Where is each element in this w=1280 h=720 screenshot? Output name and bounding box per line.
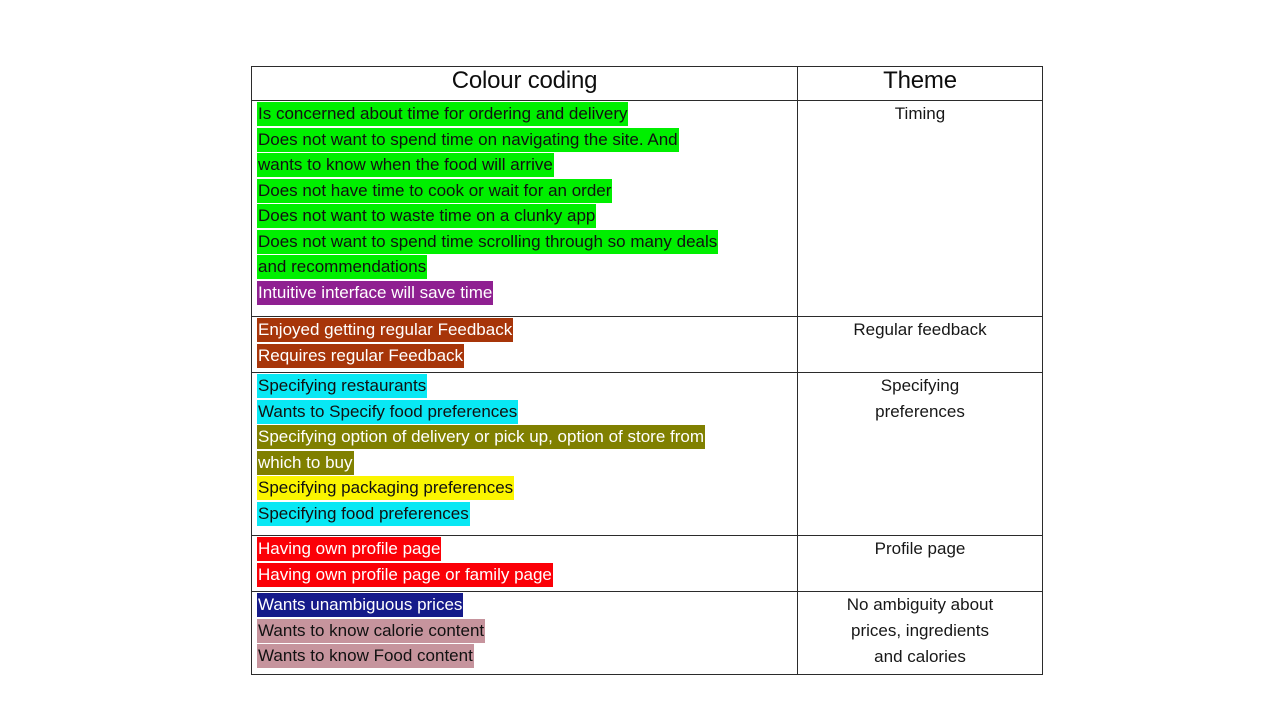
column-header-theme-label: Theme [883, 67, 957, 94]
coded-quote-line: Requires regular Feedback [252, 343, 797, 369]
table-row: Having own profile page Having own profil… [251, 535, 1043, 592]
coded-quote-line: Wants to know calorie content [252, 618, 797, 644]
theme-cell: Profile page [797, 535, 1043, 592]
theme-label-line: prices, ingredients [851, 621, 989, 640]
theme-label-line: preferences [875, 402, 965, 421]
coded-quote-line: wants to know when the food will arrive [252, 152, 797, 178]
coded-quote-line: Does not want to spend time on navigatin… [252, 127, 797, 153]
theme-label-line: Regular feedback [853, 320, 987, 339]
coded-quote-line: Does not want to spend time scrolling th… [252, 229, 797, 255]
theme-cell: Timing [797, 100, 1043, 317]
table-row: Enjoyed getting regular Feedback Requires… [251, 316, 1043, 373]
column-header-theme: Theme [797, 66, 1043, 101]
highlight-green: Does not want to spend time scrolling th… [257, 229, 719, 254]
table-row: Specifying restaurants Wants to Specify f… [251, 372, 1043, 536]
highlight-rose: Wants to know Food content [257, 644, 474, 668]
coded-quote-line: which to buy [252, 450, 797, 476]
colour-coding-cell: Enjoyed getting regular Feedback Requires… [251, 316, 798, 373]
column-header-colour-coding: Colour coding [251, 66, 798, 101]
colour-coding-cell: Specifying restaurants Wants to Specify f… [251, 372, 798, 536]
table-header: Colour coding Theme [251, 66, 1043, 101]
coded-quote-line: Is concerned about time for ordering and… [252, 101, 797, 127]
highlight-brown: Requires regular Feedback [257, 343, 465, 368]
highlight-cyan: Specifying restaurants [257, 374, 428, 398]
table-body: Is concerned about time for ordering and… [251, 100, 1043, 675]
highlight-green: Is concerned about time for ordering and… [257, 102, 629, 126]
coded-quote-line: Specifying restaurants [252, 373, 797, 399]
coded-quote-line: Does not want to waste time on a clunky … [252, 203, 797, 229]
highlight-red: Having own profile page [257, 537, 442, 561]
theme-label-line: and calories [874, 647, 966, 666]
highlight-cyan: Wants to Specify food preferences [257, 399, 519, 424]
coded-quote-line: Having own profile page or family page [252, 562, 797, 588]
highlight-green: Does not want to spend time on navigatin… [257, 127, 679, 152]
highlight-olive: which to buy [257, 450, 354, 475]
coded-quote-line: Specifying packaging preferences [252, 475, 797, 501]
coded-quote-line: Specifying option of delivery or pick up… [252, 424, 797, 450]
highlight-yellow: Specifying packaging preferences [257, 476, 515, 500]
highlight-green: and recommendations [257, 255, 428, 279]
highlight-olive: Specifying option of delivery or pick up… [257, 425, 706, 449]
theme-label-line: Timing [894, 104, 946, 123]
table-row: Wants unambiguous prices Wants to know ca… [251, 591, 1043, 675]
coded-quote-line: Does not have time to cook or wait for a… [252, 178, 797, 204]
theme-label-line: Profile page [874, 539, 966, 558]
coded-quote-line: Wants to know Food content [252, 643, 797, 669]
coded-quote-line: Enjoyed getting regular Feedback [252, 317, 797, 343]
column-header-colour-coding-label: Colour coding [451, 67, 598, 94]
highlight-rose: Wants to know calorie content [257, 618, 486, 643]
highlight-cyan: Specifying food preferences [257, 501, 470, 526]
theme-label-line: Specifying [880, 376, 960, 395]
colour-coding-cell: Is concerned about time for ordering and… [251, 100, 798, 317]
highlight-green: wants to know when the food will arrive [257, 153, 554, 177]
colour-coding-theme-table: Colour coding Theme Is concerned about t… [251, 66, 1043, 675]
coded-quote-line: Intuitive interface will save time [252, 280, 797, 306]
highlight-green: Does not want to waste time on a clunky … [257, 204, 597, 228]
highlight-brown: Enjoyed getting regular Feedback [257, 318, 514, 342]
theme-cell: No ambiguity about prices, ingredients and… [797, 591, 1043, 675]
coded-quote-line: Wants unambiguous prices [252, 592, 797, 618]
highlight-navy: Wants unambiguous prices [257, 593, 464, 617]
highlight-red: Having own profile page or family page [257, 562, 553, 587]
colour-coding-cell: Having own profile page Having own profil… [251, 535, 798, 592]
coded-quote-line: and recommendations [252, 254, 797, 280]
coded-quote-line: Having own profile page [252, 536, 797, 562]
theme-cell: Specifying preferences [797, 372, 1043, 536]
colour-coding-cell: Wants unambiguous prices Wants to know ca… [251, 591, 798, 675]
coded-quote-line: Wants to Specify food preferences [252, 399, 797, 425]
coded-quote-line: Specifying food preferences [252, 501, 797, 527]
highlight-purple: Intuitive interface will save time [257, 280, 494, 305]
theme-cell: Regular feedback [797, 316, 1043, 373]
highlight-green: Does not have time to cook or wait for a… [257, 178, 613, 203]
table-row: Is concerned about time for ordering and… [251, 100, 1043, 317]
table-header-row: Colour coding Theme [251, 66, 1043, 101]
theme-label-line: No ambiguity about [846, 595, 994, 614]
page-canvas: Colour coding Theme Is concerned about t… [0, 0, 1280, 720]
